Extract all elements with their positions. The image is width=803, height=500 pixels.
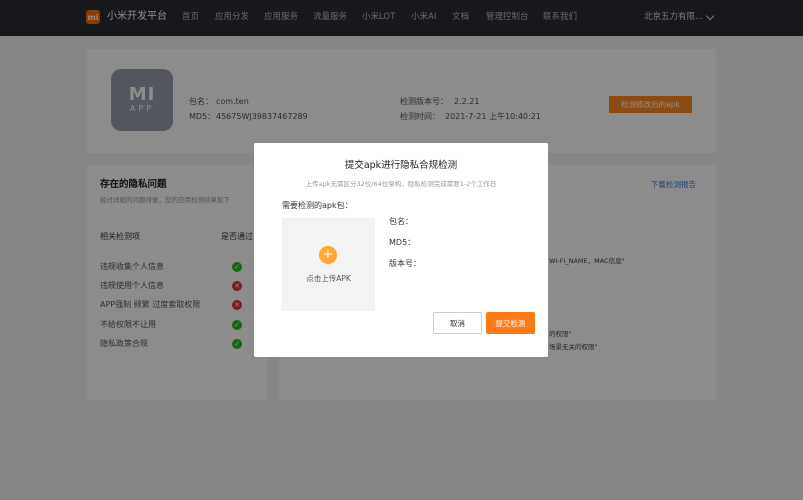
dialog-md5-label: MD5： [389,238,416,247]
dialog-version-label: 版本号： [389,259,421,268]
dialog-subtitle: 上传apk无需区分32位/64位架构，隐私检测完成需要1-2个工作日 [305,180,497,188]
cancel-button[interactable]: 取消 [433,312,482,334]
plus-icon[interactable]: + [319,246,337,264]
upload-apk-text[interactable]: 点击上传APK [282,274,375,284]
dialog-title: 提交apk进行隐私合规检测 [344,160,458,171]
submit-apk-dialog: 提交apk进行隐私合规检测 上传apk无需区分32位/64位架构，隐私检测完成需… [254,143,548,357]
dialog-package-label: 包名： [389,217,413,226]
submit-check-button[interactable]: 提交检测 [486,312,535,334]
upload-label: 需要检测的apk包： [282,201,353,210]
apk-upload-area[interactable]: + 点击上传APK [282,218,375,311]
